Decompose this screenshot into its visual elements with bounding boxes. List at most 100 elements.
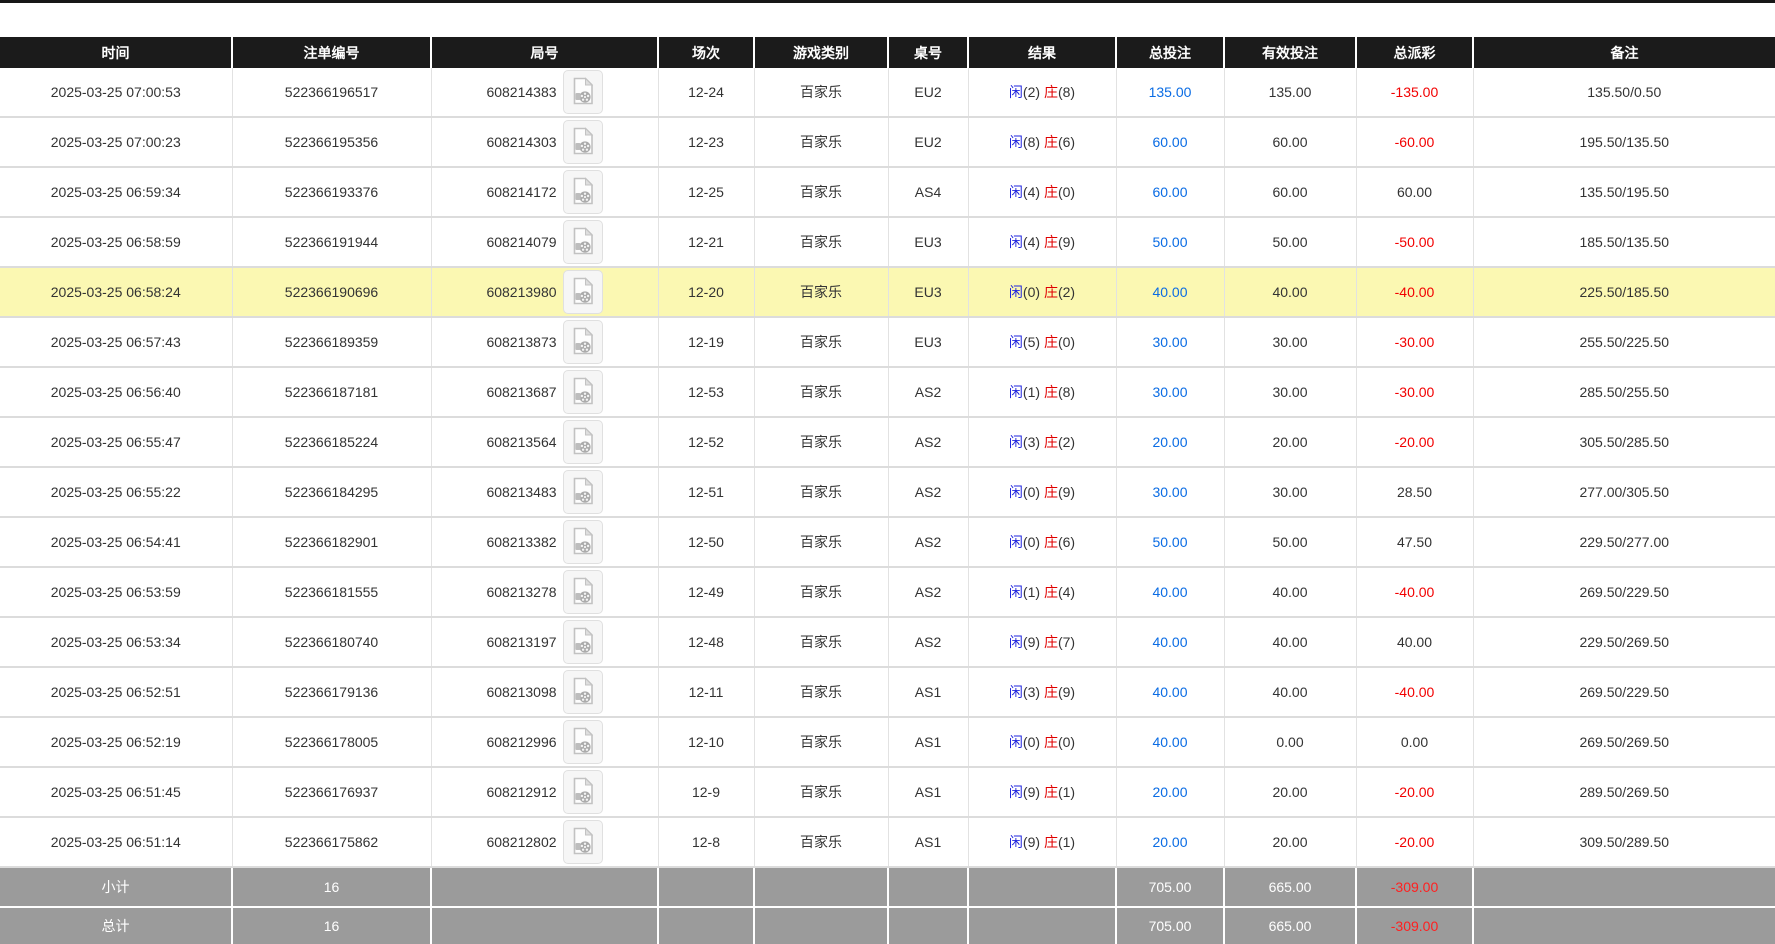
total-bet-link[interactable]: 30.00	[1152, 384, 1187, 400]
total-bet-link[interactable]: 20.00	[1152, 834, 1187, 850]
video-replay-button[interactable]	[563, 620, 603, 664]
remark-value: 269.50/229.50	[1579, 584, 1669, 600]
cell-payout: -20.00	[1356, 417, 1473, 467]
cell-result: 闲(3) 庄(2)	[968, 417, 1116, 467]
video-replay-button[interactable]	[563, 270, 603, 314]
table-row[interactable]: 2025-03-25 06:53:59 522366181555 6082132…	[0, 567, 1775, 617]
game-id: 608213382	[486, 534, 556, 550]
bet-time: 2025-03-25 06:55:22	[51, 484, 181, 500]
result-player-score: (9)	[1023, 834, 1040, 850]
game-id: 608213980	[486, 284, 556, 300]
video-replay-button[interactable]	[563, 170, 603, 214]
cell-game-id: 608212996	[431, 717, 658, 767]
table-row[interactable]: 2025-03-25 06:59:34 522366193376 6082141…	[0, 167, 1775, 217]
cell-session: 12-51	[658, 467, 754, 517]
table-row[interactable]: 2025-03-25 07:00:53 522366196517 6082143…	[0, 68, 1775, 117]
cell-payout: -20.00	[1356, 767, 1473, 817]
bet-id: 522366181555	[285, 584, 378, 600]
cell-table-number: AS2	[888, 367, 968, 417]
total-bet-link[interactable]: 40.00	[1152, 284, 1187, 300]
table-row[interactable]: 2025-03-25 06:53:34 522366180740 6082131…	[0, 617, 1775, 667]
total-bet-link[interactable]: 30.00	[1152, 334, 1187, 350]
cell-time: 2025-03-25 06:54:41	[0, 517, 232, 567]
result-player-label: 闲	[1009, 334, 1023, 350]
result-player-score: (9)	[1023, 634, 1040, 650]
cell-session: 12-53	[658, 367, 754, 417]
video-replay-button[interactable]	[563, 70, 603, 114]
video-replay-button[interactable]	[563, 720, 603, 764]
cell-time: 2025-03-25 06:51:14	[0, 817, 232, 867]
bet-id: 522366175862	[285, 834, 378, 850]
cell-game-id: 608213382	[431, 517, 658, 567]
result-banker-label: 庄	[1044, 534, 1058, 550]
table-number: AS2	[915, 534, 941, 550]
table-row[interactable]: 2025-03-25 06:52:19 522366178005 6082129…	[0, 717, 1775, 767]
cell-bet-id: 522366185224	[232, 417, 431, 467]
cell-time: 2025-03-25 06:56:40	[0, 367, 232, 417]
cell-valid-bet: 50.00	[1224, 217, 1356, 267]
result-player-label: 闲	[1009, 584, 1023, 600]
video-replay-button[interactable]	[563, 420, 603, 464]
bet-id: 522366182901	[285, 534, 378, 550]
total-bet-link[interactable]: 40.00	[1152, 684, 1187, 700]
result-banker-label: 庄	[1044, 284, 1058, 300]
total-bet-link[interactable]: 60.00	[1152, 184, 1187, 200]
table-row[interactable]: 2025-03-25 06:58:59 522366191944 6082140…	[0, 217, 1775, 267]
video-replay-button[interactable]	[563, 120, 603, 164]
column-header-label: 场次	[692, 45, 720, 61]
table-row[interactable]: 2025-03-25 06:55:22 522366184295 6082134…	[0, 467, 1775, 517]
cell-payout: 40.00	[1356, 617, 1473, 667]
cell-table-number: AS1	[888, 667, 968, 717]
video-replay-button[interactable]	[563, 370, 603, 414]
table-row[interactable]: 2025-03-25 06:51:14 522366175862 6082128…	[0, 817, 1775, 867]
bet-time: 2025-03-25 06:51:45	[51, 784, 181, 800]
table-row[interactable]: 2025-03-25 06:52:51 522366179136 6082130…	[0, 667, 1775, 717]
total-bet-link[interactable]: 60.00	[1152, 134, 1187, 150]
summary-total-bet-cell: 705.00	[1116, 907, 1224, 944]
cell-valid-bet: 40.00	[1224, 567, 1356, 617]
cell-remark: 229.50/277.00	[1473, 517, 1775, 567]
result-player-score: (9)	[1023, 784, 1040, 800]
video-replay-button[interactable]	[563, 520, 603, 564]
total-bet-link[interactable]: 50.00	[1152, 234, 1187, 250]
video-replay-button[interactable]	[563, 820, 603, 864]
video-replay-button[interactable]	[563, 570, 603, 614]
table-row[interactable]: 2025-03-25 06:54:41 522366182901 6082133…	[0, 517, 1775, 567]
result-banker-label: 庄	[1044, 384, 1058, 400]
cell-bet-id: 522366193376	[232, 167, 431, 217]
total-bet-link[interactable]: 50.00	[1152, 534, 1187, 550]
total-bet-link[interactable]: 20.00	[1152, 784, 1187, 800]
cell-game-id: 608213564	[431, 417, 658, 467]
total-bet-link[interactable]: 40.00	[1152, 634, 1187, 650]
cell-remark: 277.00/305.50	[1473, 467, 1775, 517]
cell-bet-id: 522366196517	[232, 68, 431, 117]
table-row[interactable]: 2025-03-25 06:51:45 522366176937 6082129…	[0, 767, 1775, 817]
table-row[interactable]: 2025-03-25 06:55:47 522366185224 6082135…	[0, 417, 1775, 467]
video-replay-button[interactable]	[563, 670, 603, 714]
summary-payout: -309.00	[1391, 918, 1438, 934]
video-replay-button[interactable]	[563, 470, 603, 514]
table-row[interactable]: 2025-03-25 06:57:43 522366189359 6082138…	[0, 317, 1775, 367]
table-row[interactable]: 2025-03-25 06:58:24 522366190696 6082139…	[0, 267, 1775, 317]
cell-time: 2025-03-25 06:52:19	[0, 717, 232, 767]
total-bet-link[interactable]: 40.00	[1152, 584, 1187, 600]
total-bet-link[interactable]: 30.00	[1152, 484, 1187, 500]
cell-remark: 269.50/269.50	[1473, 717, 1775, 767]
valid-bet-value: 50.00	[1272, 234, 1307, 250]
total-bet-link[interactable]: 135.00	[1149, 84, 1192, 100]
cell-total-bet: 40.00	[1116, 667, 1224, 717]
cell-game-id: 608214383	[431, 68, 658, 117]
video-replay-button[interactable]	[563, 770, 603, 814]
table-row[interactable]: 2025-03-25 07:00:23 522366195356 6082143…	[0, 117, 1775, 167]
total-bet-link[interactable]: 40.00	[1152, 734, 1187, 750]
table-number: AS2	[915, 584, 941, 600]
table-row[interactable]: 2025-03-25 06:56:40 522366187181 6082136…	[0, 367, 1775, 417]
total-bet-link[interactable]: 20.00	[1152, 434, 1187, 450]
cell-bet-id: 522366180740	[232, 617, 431, 667]
video-replay-icon	[571, 277, 595, 308]
valid-bet-value: 40.00	[1272, 584, 1307, 600]
video-replay-button[interactable]	[563, 320, 603, 364]
cell-total-bet: 40.00	[1116, 567, 1224, 617]
bet-id: 522366178005	[285, 734, 378, 750]
video-replay-button[interactable]	[563, 220, 603, 264]
